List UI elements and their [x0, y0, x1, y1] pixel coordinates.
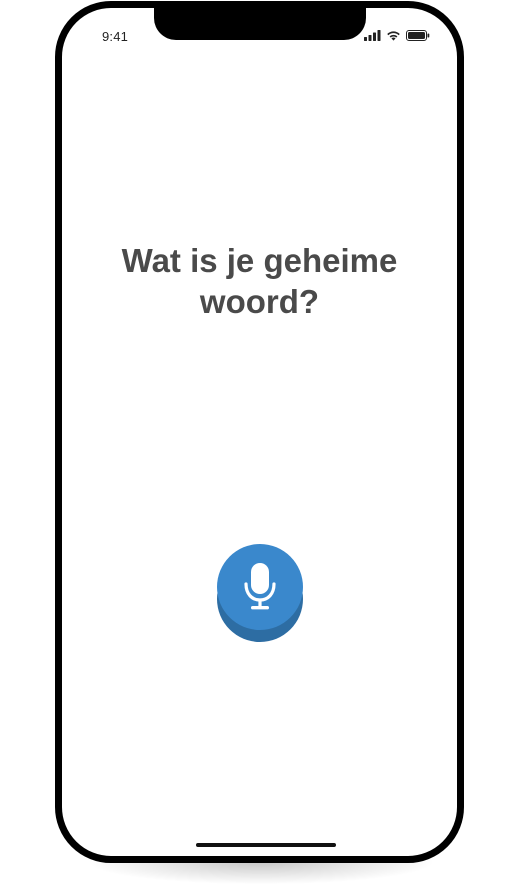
mockup-stage: 9:41 Wat is je geheime woord?: [0, 0, 522, 892]
status-time: 9:41: [102, 29, 129, 44]
home-indicator[interactable]: [196, 843, 336, 847]
status-icons: [364, 28, 430, 42]
signal-icon: [364, 29, 381, 41]
microphone-icon: [244, 563, 276, 610]
secret-word-question: Wat is je geheime woord?: [121, 242, 398, 320]
microphone-button-face: [217, 544, 303, 630]
phone-frame: 9:41 Wat is je geheime woord?: [55, 1, 464, 863]
phone-notch: [154, 8, 366, 40]
battery-icon: [406, 29, 430, 41]
microphone-button[interactable]: [217, 544, 303, 642]
wifi-icon: [387, 30, 400, 41]
